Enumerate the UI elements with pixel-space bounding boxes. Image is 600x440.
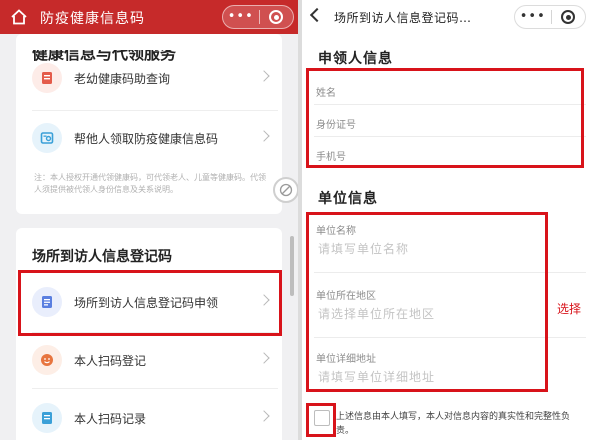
nav-bar: 场所到访人信息登记码… ••• — [302, 0, 600, 34]
scan-card-icon — [32, 123, 62, 153]
back-arrow-icon[interactable] — [309, 7, 325, 23]
list-item-venue-apply[interactable]: 场所到访人信息登记码申领 — [26, 280, 280, 324]
list-item-scan-records[interactable]: 本人扫码记录 — [26, 396, 280, 440]
record-icon — [32, 403, 62, 433]
app-title: 防疫健康信息码 — [40, 11, 145, 27]
chevron-right-icon — [258, 70, 270, 82]
divider — [314, 337, 586, 338]
list-item-label: 本人扫码登记 — [74, 353, 147, 368]
mute-icon — [279, 183, 293, 197]
divider — [32, 110, 278, 111]
chevron-right-icon — [258, 294, 270, 306]
chevron-right-icon — [258, 410, 270, 422]
select-annotation: 选择 — [557, 302, 582, 316]
target-icon — [269, 10, 284, 24]
more-menu-button[interactable]: ••• — [515, 7, 551, 27]
divider — [314, 136, 586, 137]
unit-name-input[interactable]: 请填写单位名称 — [318, 240, 409, 257]
venue-code-card: 场所到访人信息登记码 场所到访人信息登记码申领 本人扫码登记 本人扫码记录 — [16, 228, 282, 440]
phone-field[interactable]: 手机号 — [316, 148, 346, 163]
divider — [314, 272, 586, 273]
list-item-label: 老幼健康码助查询 — [74, 71, 171, 86]
page-title: 场所到访人信息登记码… — [334, 11, 472, 25]
more-menu-button[interactable]: ••• — [223, 7, 259, 27]
home-icon[interactable] — [10, 8, 28, 26]
unit-address-input[interactable]: 请填写单位详细地址 — [318, 368, 435, 385]
document-icon — [32, 63, 62, 93]
unit-region-label: 单位所在地区 — [316, 291, 376, 302]
list-item-elderly-query[interactable]: 老幼健康码助查询 — [26, 56, 280, 100]
chevron-right-icon — [258, 130, 270, 142]
proxy-note: 注：本人授权开通代领健康码，可代领老人、儿童等健康码。代领人须提供被代领人身份信… — [34, 173, 266, 194]
mini-program-capsule: ••• — [222, 5, 294, 29]
close-program-button[interactable] — [551, 10, 585, 24]
list-item-self-scan[interactable]: 本人扫码登记 — [26, 338, 280, 382]
chevron-right-icon — [258, 352, 270, 364]
unit-region-picker[interactable]: 请选择单位所在地区 — [318, 305, 435, 322]
float-assistant-button[interactable] — [273, 177, 298, 203]
venue-code-application-screen: 场所到访人信息登记码… ••• 申领人信息 姓名 身份证号 手机号 单位信息 单… — [302, 0, 600, 440]
list-item-label: 场所到访人信息登记码申领 — [74, 295, 219, 310]
divider — [314, 104, 586, 105]
unit-address-label: 单位详细地址 — [316, 354, 376, 365]
list-item-proxy-code[interactable]: 帮他人领取防疫健康信息码 — [26, 116, 280, 160]
health-code-home-screen: 防疫健康信息码 ••• 健康信息与代领服务 老幼健康码助查询 帮他人领取防疫健康… — [0, 0, 298, 440]
unit-section-title: 单位信息 — [318, 191, 378, 207]
list-item-label: 本人扫码记录 — [74, 411, 147, 426]
list-item-label: 帮他人领取防疫健康信息码 — [74, 131, 219, 146]
scrollbar[interactable] — [290, 236, 294, 296]
face-icon — [32, 345, 62, 375]
target-icon — [561, 10, 576, 24]
unit-name-label: 单位名称 — [316, 226, 356, 237]
applicant-section-title: 申领人信息 — [318, 51, 393, 67]
mini-program-capsule: ••• — [514, 5, 586, 29]
close-program-button[interactable] — [259, 10, 293, 24]
card-title: 场所到访人信息登记码 — [32, 249, 172, 265]
divider — [32, 332, 278, 333]
divider — [32, 388, 278, 389]
list-doc-icon — [32, 287, 62, 317]
name-field[interactable]: 姓名 — [316, 84, 336, 99]
id-number-field[interactable]: 身份证号 — [316, 116, 356, 131]
top-bar: 防疫健康信息码 ••• — [0, 0, 298, 34]
proxy-service-card: 健康信息与代领服务 老幼健康码助查询 帮他人领取防疫健康信息码 注：本人授权开通… — [16, 34, 282, 214]
agreement-text: 上述信息由本人填写，本人对信息内容的真实性和完整性负责。 — [336, 412, 571, 436]
agreement-checkbox[interactable] — [314, 410, 330, 426]
